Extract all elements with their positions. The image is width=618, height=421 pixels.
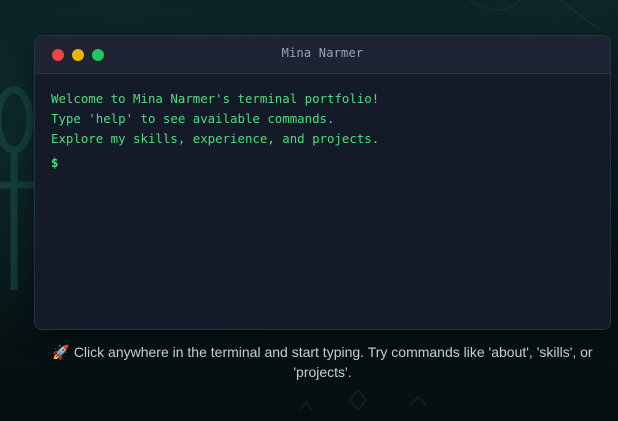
decor-line [559,0,601,31]
usage-hint: 🚀 Click anywhere in the terminal and star… [30,342,615,382]
terminal-line: Explore my skills, experience, and proje… [51,131,380,146]
prompt-symbol: $ [51,155,59,170]
decor-chevron-2 [409,395,427,406]
command-input[interactable] [64,154,594,172]
terminal-line: Welcome to Mina Narmer's terminal portfo… [51,91,380,106]
window-title: Mina Narmer [281,46,364,60]
rocket-icon: 🚀 [52,344,70,360]
decor-arc [469,0,521,11]
terminal-titlebar: Mina Narmer [35,36,610,74]
decor-diamond [348,388,368,412]
hint-text: Click anywhere in the terminal and start… [73,344,593,380]
terminal-window[interactable]: Mina Narmer Welcome to Mina Narmer's ter… [34,35,611,330]
prompt-line[interactable]: $ [51,153,594,173]
terminal-line: Type 'help' to see available commands. [51,111,335,126]
terminal-body[interactable]: Welcome to Mina Narmer's terminal portfo… [35,74,610,173]
page-background: Mina Narmer Welcome to Mina Narmer's ter… [0,0,618,421]
ankh-icon [0,86,38,290]
decor-chevron [299,400,313,411]
